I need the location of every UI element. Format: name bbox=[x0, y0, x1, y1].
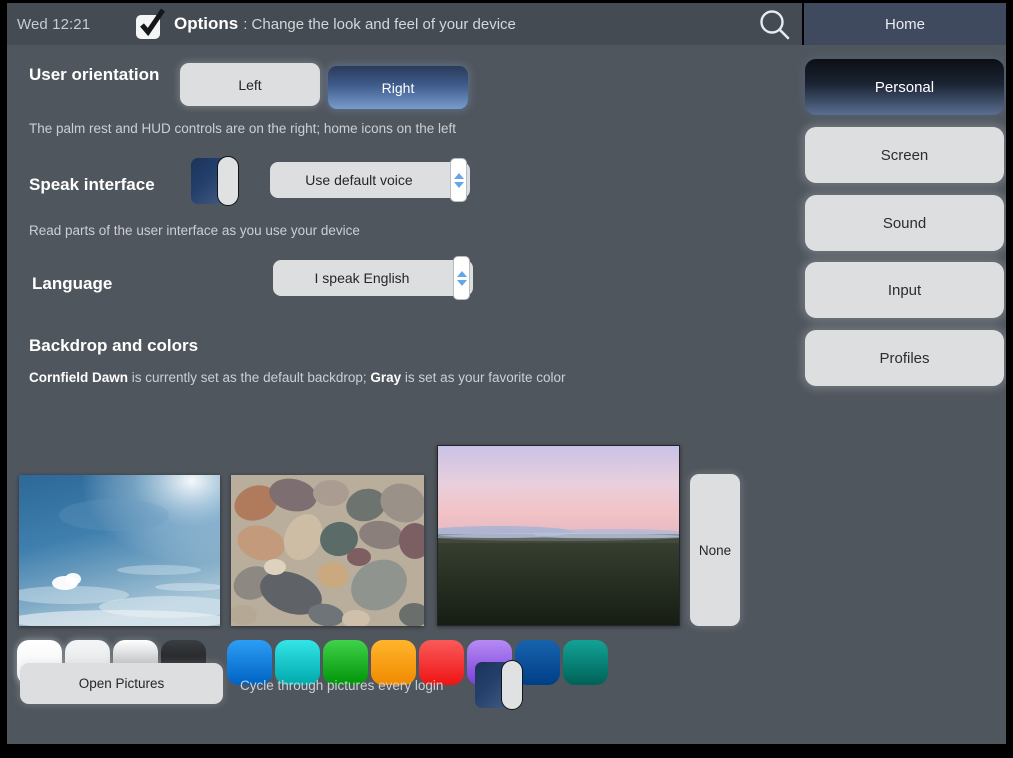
language-dropdown[interactable]: I speak English bbox=[273, 256, 473, 300]
speak-interface-hint: Read parts of the user interface as you … bbox=[29, 223, 360, 238]
sidebar-item-personal[interactable]: Personal bbox=[805, 59, 1004, 115]
language-dropdown-value: I speak English bbox=[314, 270, 410, 286]
user-orientation-label: User orientation bbox=[29, 65, 160, 84]
sidebar-item-sound[interactable]: Sound bbox=[805, 195, 1004, 251]
wallpaper-thumbnail-blue-sky[interactable] bbox=[19, 475, 220, 626]
toggle-knob[interactable] bbox=[501, 660, 523, 710]
color-swatch-teal[interactable] bbox=[563, 640, 608, 685]
sidebar-item-label: Screen bbox=[880, 146, 929, 164]
sidebar-item-label: Profiles bbox=[879, 349, 930, 367]
backdrop-status-suffix: is set as your favorite color bbox=[401, 370, 566, 385]
search-icon[interactable] bbox=[748, 3, 802, 45]
checkmark-icon bbox=[132, 7, 168, 41]
category-sidebar: Personal Screen Sound Input Profiles bbox=[797, 45, 1006, 744]
settings-content: User orientation Left Right The palm res… bbox=[7, 45, 797, 744]
backdrop-status-mid: is currently set as the default backdrop… bbox=[128, 370, 371, 385]
speak-interface-toggle[interactable] bbox=[191, 156, 243, 206]
sidebar-item-profiles[interactable]: Profiles bbox=[805, 330, 1004, 386]
chevron-up-icon[interactable] bbox=[456, 270, 467, 277]
open-pictures-label: Open Pictures bbox=[78, 676, 165, 691]
cycle-pictures-label: Cycle through pictures every login bbox=[240, 678, 444, 693]
backdrop-heading: Backdrop and colors bbox=[29, 336, 199, 355]
home-button[interactable]: Home bbox=[802, 3, 1006, 45]
voice-dropdown[interactable]: Use default voice bbox=[270, 158, 470, 202]
chevron-up-icon[interactable] bbox=[453, 172, 464, 179]
orientation-right-label: Right bbox=[381, 79, 415, 96]
page-title: Options bbox=[174, 14, 239, 33]
none-button-label: None bbox=[698, 542, 732, 558]
title-bar: Wed 12:21 Options : Change the look and … bbox=[7, 3, 1006, 45]
voice-stepper[interactable] bbox=[450, 158, 467, 202]
language-stepper[interactable] bbox=[453, 256, 470, 300]
home-button-label: Home bbox=[884, 15, 925, 33]
voice-dropdown-value: Use default voice bbox=[305, 172, 413, 188]
sidebar-item-screen[interactable]: Screen bbox=[805, 127, 1004, 183]
sidebar-item-label: Sound bbox=[882, 214, 927, 232]
page-subtitle: : Change the look and feel of your devic… bbox=[243, 15, 516, 33]
speak-interface-label: Speak interface bbox=[29, 175, 155, 194]
sidebar-item-label: Personal bbox=[874, 78, 935, 96]
cycle-pictures-toggle[interactable] bbox=[475, 660, 527, 710]
backdrop-status-color: Gray bbox=[370, 370, 402, 385]
clock: Wed 12:21 bbox=[17, 15, 91, 33]
language-label: Language bbox=[32, 274, 113, 293]
orientation-hint: The palm rest and HUD controls are on th… bbox=[29, 121, 456, 136]
orientation-left-label: Left bbox=[238, 76, 262, 93]
orientation-right-button[interactable]: Right bbox=[328, 66, 468, 109]
backdrop-status-name: Cornfield Dawn bbox=[29, 370, 129, 385]
sidebar-item-label: Input bbox=[887, 281, 922, 299]
chevron-down-icon[interactable] bbox=[456, 279, 467, 286]
sidebar-item-input[interactable]: Input bbox=[805, 262, 1004, 318]
orientation-left-button[interactable]: Left bbox=[180, 63, 320, 106]
wallpaper-thumbnail-cornfield-dawn[interactable] bbox=[437, 445, 680, 626]
wallpaper-none-button[interactable]: None bbox=[690, 474, 740, 626]
open-pictures-button[interactable]: Open Pictures bbox=[20, 663, 223, 704]
toggle-knob[interactable] bbox=[217, 156, 239, 206]
chevron-down-icon[interactable] bbox=[453, 181, 464, 188]
backdrop-status: Cornfield Dawn is currently set as the d… bbox=[29, 370, 566, 385]
options-window: Wed 12:21 Options : Change the look and … bbox=[7, 3, 1006, 744]
wallpaper-thumbnail-pebbles[interactable] bbox=[231, 475, 424, 626]
